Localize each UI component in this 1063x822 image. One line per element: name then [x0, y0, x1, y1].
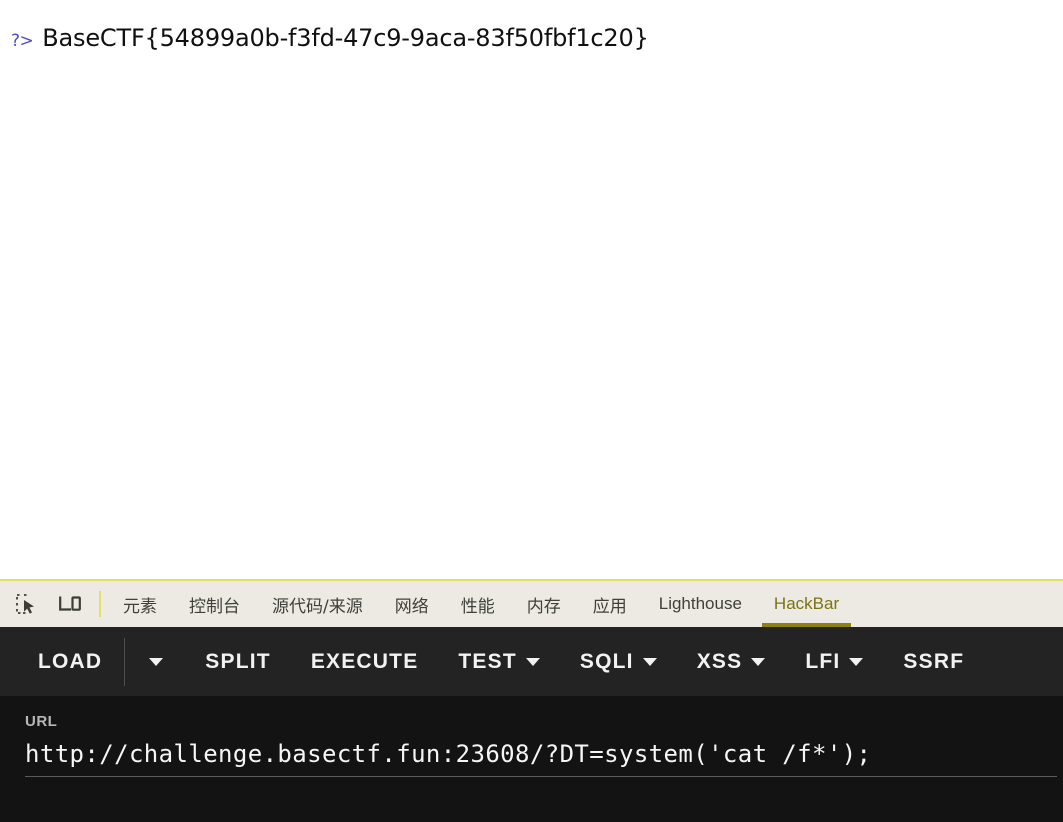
load-dropdown-button[interactable] [127, 657, 185, 666]
tab-sources[interactable]: 源代码/来源 [256, 581, 379, 627]
inspect-element-icon[interactable] [11, 589, 41, 619]
tab-memory[interactable]: 内存 [511, 581, 577, 627]
tab-network[interactable]: 网络 [379, 581, 445, 627]
chevron-down-icon [751, 657, 766, 666]
tab-performance[interactable]: 性能 [445, 581, 511, 627]
chevron-down-icon [149, 657, 164, 666]
hackbar-toolbar: LOAD SPLIT EXECUTE TEST SQLI XSS LFI SSR… [0, 627, 1063, 696]
tab-label: 性能 [460, 596, 495, 617]
tab-elements[interactable]: 元素 [107, 581, 173, 627]
xss-button[interactable]: XSS [677, 650, 786, 674]
chevron-down-icon [849, 657, 864, 666]
test-button-label: TEST [458, 649, 517, 673]
load-button[interactable]: LOAD [0, 650, 122, 674]
xss-button-label: XSS [696, 649, 743, 673]
tab-console[interactable]: 控制台 [173, 581, 256, 627]
devtools-tabbar: 元素 控制台 源代码/来源 网络 性能 内存 应用 Lighthouse Hac… [0, 579, 1063, 627]
tab-application[interactable]: 应用 [577, 581, 643, 627]
lfi-button-label: LFI [805, 649, 841, 673]
tab-lighthouse[interactable]: Lighthouse [643, 581, 758, 627]
split-button[interactable]: SPLIT [185, 650, 291, 674]
url-input-underline [25, 776, 1057, 777]
tab-hackbar[interactable]: HackBar [758, 581, 855, 627]
tab-label: 控制台 [189, 596, 240, 617]
tab-label: 内存 [526, 596, 561, 617]
page-viewport: ?> BaseCTF{54899a0b-f3fd-47c9-9aca-83f50… [0, 0, 1063, 579]
tab-label: 源代码/来源 [272, 596, 363, 617]
url-field-label: URL [25, 713, 58, 730]
sqli-button[interactable]: SQLI [560, 650, 677, 674]
tab-label: Lighthouse [658, 594, 742, 613]
tab-label: 应用 [592, 596, 627, 617]
hackbar-panel: URL http://challenge.basectf.fun:23608/?… [0, 696, 1063, 822]
php-close-tag-icon: ?> [11, 31, 34, 51]
sqli-button-label: SQLI [579, 649, 634, 673]
execute-button-label: EXECUTE [310, 649, 419, 673]
chevron-down-icon [642, 657, 657, 666]
device-toolbar-icon[interactable] [55, 589, 85, 619]
php-output-line: ?> BaseCTF{54899a0b-f3fd-47c9-9aca-83f50… [11, 24, 649, 52]
chevron-down-icon [525, 657, 540, 666]
tab-label: 网络 [394, 596, 429, 617]
split-button-label: SPLIT [205, 649, 271, 673]
devtools-icon-group [0, 589, 85, 619]
flag-text: BaseCTF{54899a0b-f3fd-47c9-9aca-83f50fbf… [42, 24, 649, 52]
tab-label: 元素 [123, 596, 157, 617]
url-input[interactable]: http://challenge.basectf.fun:23608/?DT=s… [25, 740, 1057, 768]
ssrf-button-label: SSRF [903, 649, 965, 673]
tab-label: HackBar [773, 594, 840, 613]
ssrf-button[interactable]: SSRF [883, 650, 984, 674]
devtools-tab-list: 元素 控制台 源代码/来源 网络 性能 内存 应用 Lighthouse Hac… [107, 581, 855, 627]
browser-window: ?> BaseCTF{54899a0b-f3fd-47c9-9aca-83f50… [0, 0, 1063, 822]
test-button[interactable]: TEST [438, 650, 559, 674]
execute-button[interactable]: EXECUTE [291, 650, 439, 674]
toolbar-separator [124, 637, 126, 686]
devtools-toolbar-divider [99, 591, 101, 617]
load-button-label: LOAD [38, 649, 103, 673]
lfi-button[interactable]: LFI [785, 650, 883, 674]
